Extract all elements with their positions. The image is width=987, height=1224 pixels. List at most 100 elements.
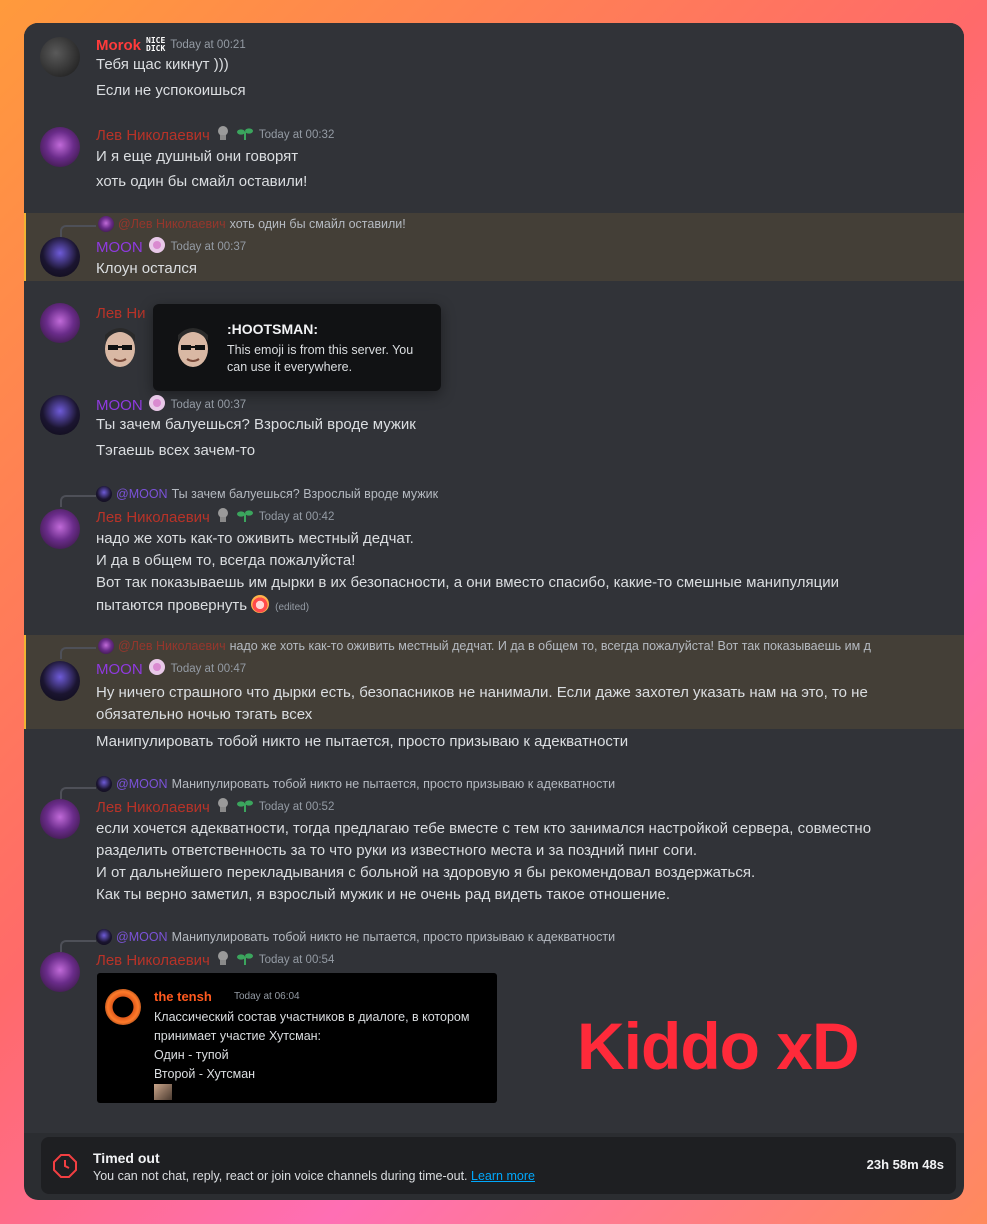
avatar[interactable] [40, 37, 80, 77]
overlay-caption: Kiddo xD [577, 1009, 860, 1083]
embed-avatar [105, 989, 141, 1025]
avatar[interactable] [40, 237, 80, 277]
author-name[interactable]: Лев Николаевич [96, 799, 210, 816]
chat-window: Morok NICE DICK Today at 00:21 Тебя щас … [24, 23, 964, 1200]
reply-spine [60, 495, 96, 507]
author-name[interactable]: MOON [96, 661, 143, 678]
reply-spine [60, 225, 96, 237]
skull-badge-icon [215, 950, 231, 971]
message-text: если хочется адекватности, тогда предлаг… [96, 820, 872, 837]
avatar[interactable] [40, 952, 80, 992]
message-text: Вот так показываешь им дырки в их безопа… [96, 574, 839, 591]
message-text: Клоун остался [96, 260, 198, 277]
sprout-badge-icon [236, 507, 254, 528]
timestamp: Today at 00:54 [258, 954, 335, 966]
timestamp: Today at 00:32 [258, 129, 335, 141]
reply-mention[interactable]: @MOON [116, 930, 168, 944]
message[interactable]: Morok NICE DICK Today at 00:21 Тебя щас … [24, 31, 964, 111]
learn-more-link[interactable]: Learn more [471, 1169, 535, 1183]
sprout-badge-icon [236, 950, 254, 971]
avatar[interactable] [40, 127, 80, 167]
message-text: И да в общем то, всегда пожалуйста! [96, 552, 356, 569]
clown-emoji-icon[interactable] [251, 595, 270, 613]
reply-mention[interactable]: @MOON [116, 777, 168, 791]
embed-timestamp: Today at 06:04 [234, 991, 300, 1002]
screenshot-attachment[interactable]: the tensh Today at 06:04 Классический со… [97, 973, 497, 1103]
badge-line-2: DICK [146, 44, 166, 53]
message-text: разделить ответственность за то что руки… [96, 842, 698, 859]
author-name[interactable]: MOON [96, 397, 143, 414]
tooltip-title: :HOOTSMAN: [227, 321, 318, 337]
timestamp: Today at 00:47 [170, 663, 247, 675]
reply-preview[interactable]: Манипулировать тобой никто не пытается, … [172, 777, 616, 791]
sprout-badge-icon [236, 125, 254, 146]
message-list[interactable]: Morok NICE DICK Today at 00:21 Тебя щас … [24, 23, 964, 1133]
avatar[interactable] [40, 509, 80, 549]
reply-preview[interactable]: хоть один бы смайл оставили! [230, 217, 406, 231]
message-mentioned[interactable]: @Лев Николаевич хоть один бы смайл остав… [24, 213, 964, 281]
author-name[interactable]: Лев Николаевич [96, 509, 210, 526]
message-text: Ну ничего страшного что дырки есть, безо… [96, 684, 868, 701]
embed-text: Второй - Хутсман [154, 1067, 256, 1081]
hootsman-emoji-icon[interactable] [100, 323, 140, 371]
avatar[interactable] [40, 303, 80, 343]
message-text: Как ты верно заметил, я взрослый мужик и… [96, 886, 671, 903]
reply-spine [60, 787, 96, 799]
edited-label: (edited) [275, 602, 310, 613]
author-name[interactable]: Morok [96, 37, 141, 54]
reply-mention[interactable]: @Лев Николаевич [118, 217, 226, 231]
timestamp: Today at 00:52 [258, 801, 335, 813]
reply-preview[interactable]: Ты зачем балуешься? Взрослый вроде мужик [172, 487, 439, 501]
skull-badge-icon [215, 507, 231, 528]
reply-spine [60, 647, 96, 659]
message-text: Тебя щас кикнут ))) [96, 56, 229, 73]
message-mentioned[interactable]: @Лев Николаевич надо же хоть как-то ожив… [24, 635, 964, 729]
timestamp: Today at 00:37 [170, 241, 247, 253]
skull-badge-icon [215, 125, 231, 146]
author-name[interactable]: Лев Николаевич [96, 127, 210, 144]
embed-text: принимает участие Хутсман: [154, 1029, 322, 1043]
reply-mention[interactable]: @MOON [116, 487, 168, 501]
message[interactable]: Лев Николаевич Today at 00:32 И я еще ду… [24, 121, 964, 197]
avatar[interactable] [40, 799, 80, 839]
hootsman-tooltip-icon [173, 323, 213, 371]
timestamp: Today at 00:42 [258, 511, 335, 523]
reply-avatar [96, 486, 112, 502]
tooltip-body: This emoji is from this server. You can … [227, 343, 414, 374]
reply-mention[interactable]: @Лев Николаевич [118, 639, 226, 653]
timeout-description: You can not chat, reply, react or join v… [93, 1169, 535, 1183]
timeout-desc-text: You can not chat, reply, react or join v… [93, 1169, 468, 1183]
skull-badge-icon [215, 797, 231, 818]
reply-preview[interactable]: надо же хоть как-то оживить местный дедч… [230, 639, 871, 653]
reply-avatar [98, 638, 114, 654]
message-text: Если не успокоишься [96, 82, 246, 99]
message[interactable]: @MOON Ты зачем балуешься? Взрослый вроде… [24, 483, 964, 623]
message-text: надо же хоть как-то оживить местный дедч… [96, 530, 414, 547]
moon-badge-icon [148, 236, 166, 259]
timeout-timer: 23h 58m 48s [866, 1157, 944, 1172]
message-text: Ты зачем балуешься? Взрослый вроде мужик [96, 416, 416, 433]
message-text: обязательно ночью тэгать всех [96, 706, 313, 723]
author-name[interactable]: Лев Николаевич [96, 952, 210, 969]
emoji-tooltip: :HOOTSMAN: This emoji is from this serve… [153, 304, 441, 391]
embed-text: Один - тупой [154, 1048, 229, 1062]
reply-avatar [96, 776, 112, 792]
avatar[interactable] [40, 395, 80, 435]
avatar[interactable] [40, 661, 80, 701]
message[interactable]: MOON Today at 00:37 Ты зачем балуешься? … [24, 393, 964, 469]
message[interactable]: @MOON Манипулировать тобой никто не пыта… [24, 775, 964, 905]
message[interactable]: @MOON Манипулировать тобой никто не пыта… [24, 928, 964, 992]
message-text: пытаются провернуть [96, 597, 248, 614]
message-text: И от дальнейшего перекладывания с больно… [96, 864, 756, 881]
nice-dick-badge: NICE DICK [146, 37, 165, 53]
message-text-last: пытаются провернуть (edited) [96, 595, 309, 618]
reply-preview[interactable]: Манипулировать тобой никто не пытается, … [172, 930, 616, 944]
timeout-bar: Timed out You can not chat, reply, react… [41, 1137, 956, 1194]
message-text: И я еще душный они говорят [96, 148, 299, 165]
author-name[interactable]: Лев Ни [96, 305, 146, 322]
message-text: хоть один бы смайл оставили! [96, 173, 308, 190]
sprout-badge-icon [236, 797, 254, 818]
clock-warning-icon [53, 1154, 77, 1183]
author-name[interactable]: MOON [96, 239, 143, 256]
timestamp: Today at 00:37 [170, 399, 247, 411]
